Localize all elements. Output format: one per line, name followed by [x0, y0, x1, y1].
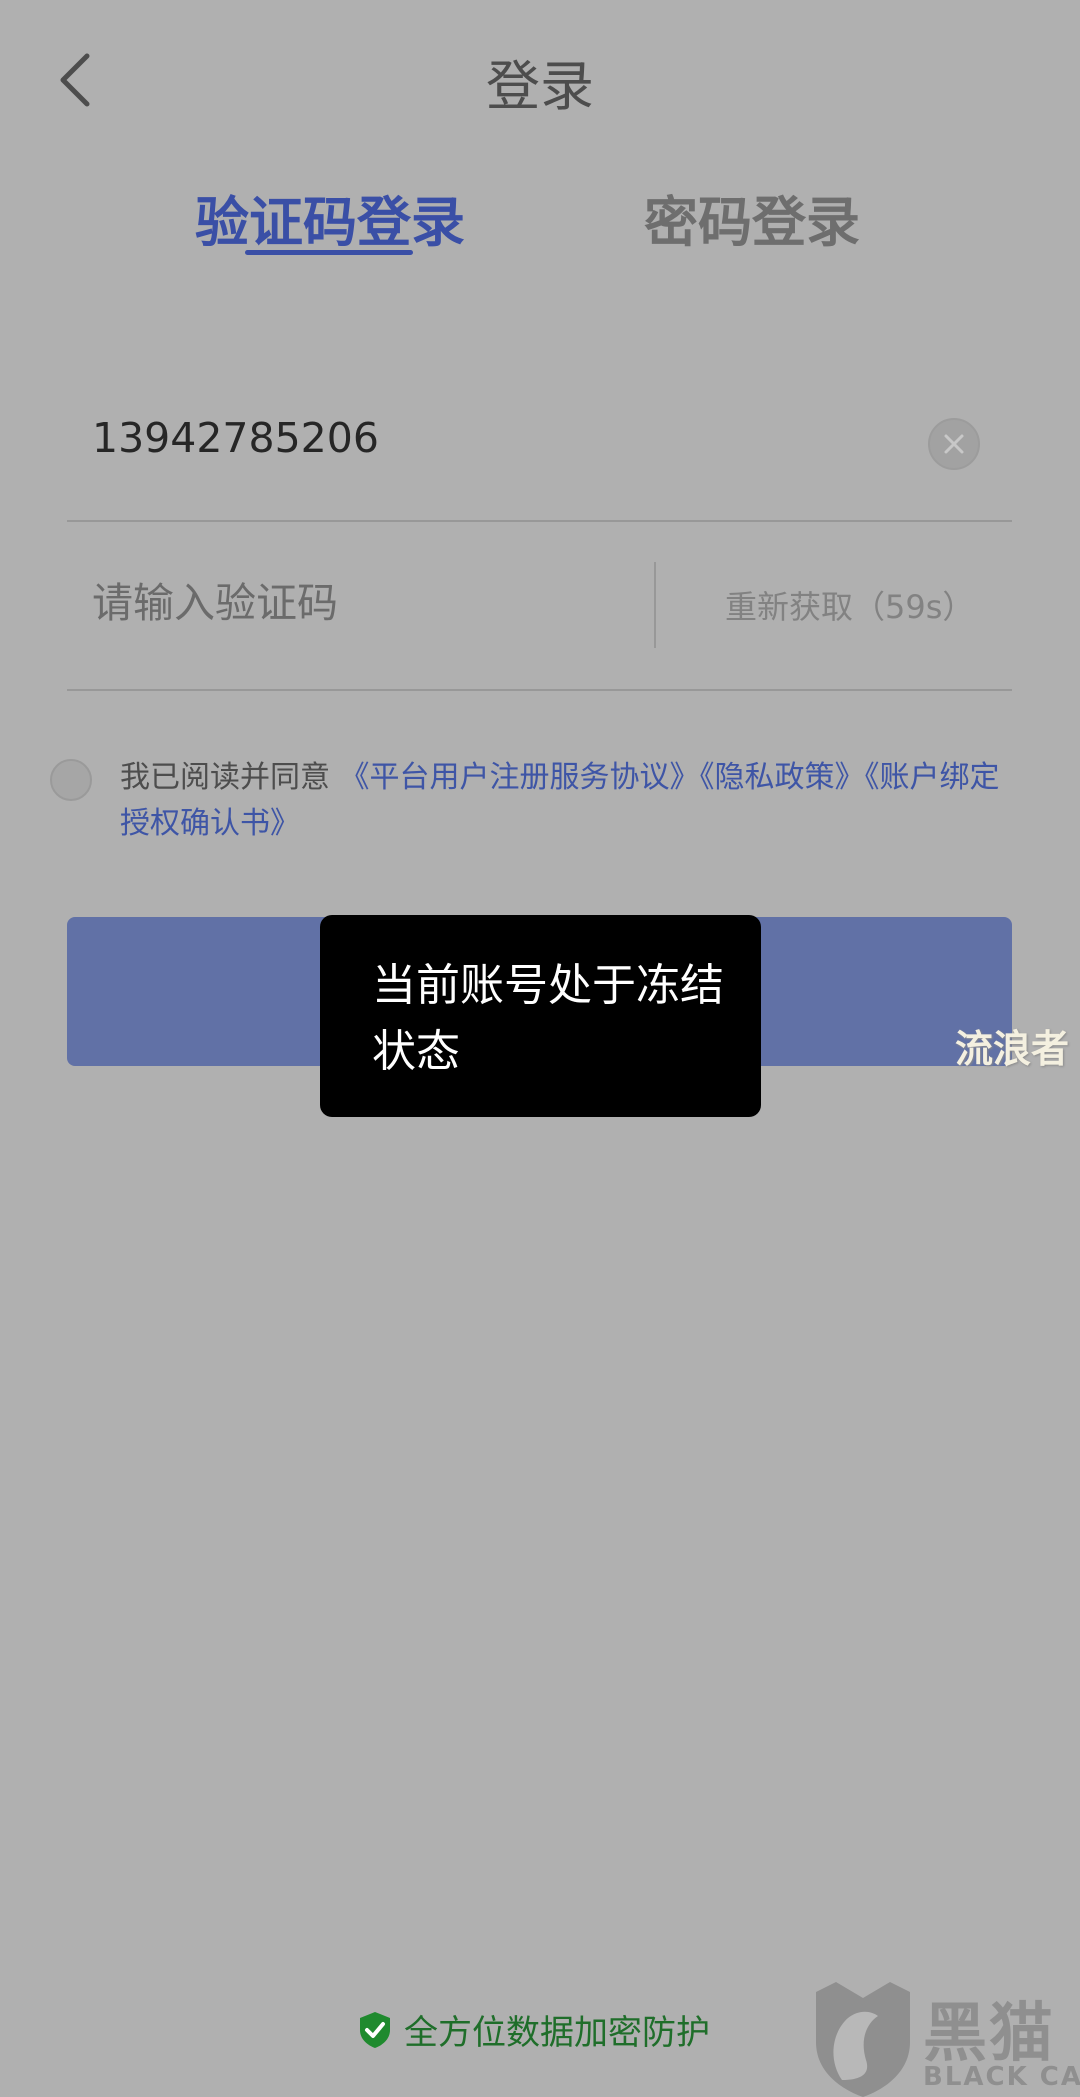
code-field-separator: [654, 562, 656, 648]
black-cat-brand-en: BLACK CAT: [923, 2062, 1080, 2092]
clear-circle-icon: [944, 434, 964, 454]
watermark-text: 流浪者: [955, 1027, 1070, 1071]
agreement-checkbox[interactable]: [50, 759, 92, 801]
tab-password-login[interactable]: 密码登录: [644, 178, 860, 257]
phone-input[interactable]: [92, 410, 892, 466]
privacy-policy-link[interactable]: 《隐私政策》: [700, 760, 865, 795]
agreement-prefix: 我已阅读并同意: [120, 760, 340, 795]
black-cat-brand-cn: 黑猫: [923, 1997, 1055, 2071]
page-title: 登录: [486, 55, 594, 118]
tab-sms-login[interactable]: 验证码登录: [195, 178, 465, 257]
agreement-text: 我已阅读并同意 《平台用户注册服务协议》《隐私政策》《账户绑定授权确认书》: [120, 755, 1020, 847]
security-text: 全方位数据加密防护: [404, 2013, 710, 2053]
phone-divider: [67, 520, 1012, 522]
clear-phone-button[interactable]: [928, 418, 980, 470]
active-tab-indicator: [245, 250, 413, 255]
resend-code-button[interactable]: 重新获取（59s）: [725, 582, 974, 628]
user-agreement-link[interactable]: 《平台用户注册服务协议》: [340, 760, 700, 795]
security-footer: 全方位数据加密防护: [356, 2005, 710, 2054]
verification-code-input[interactable]: [92, 575, 632, 631]
code-divider: [67, 689, 1012, 691]
black-cat-logo-icon: [816, 1982, 910, 2097]
toast-message: 当前账号处于冻结状态: [320, 915, 761, 1117]
shield-check-icon: [360, 2011, 390, 2048]
